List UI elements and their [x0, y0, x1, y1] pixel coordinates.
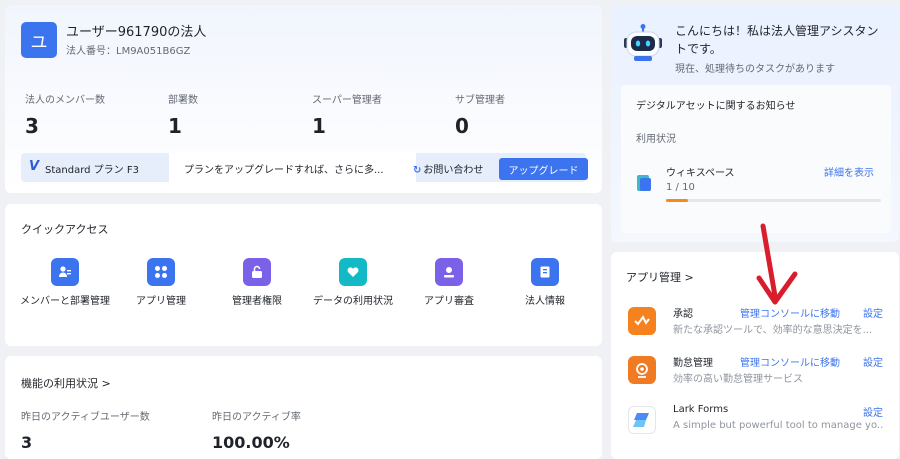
app-settings-link[interactable]: 設定 [863, 354, 883, 369]
wiki-usage-progress [666, 199, 881, 202]
stat-value: 100.00% [212, 433, 290, 452]
quick-item-label: 法人情報 [525, 296, 565, 307]
quick-item-apps[interactable]: アプリ管理 [113, 258, 209, 309]
feature-usage-card: 機能の利用状況 > 昨日のアクティブユーザー数 3 昨日のアクティブ率 100.… [5, 356, 602, 459]
stat-label: 法人のメンバー数 [25, 95, 105, 106]
robot-assistant-icon [624, 24, 662, 61]
quick-item-label: 管理者権限 [232, 296, 282, 307]
assistant-card: こんにちは！私は法人管理アシスタントです。 現在、処理待ちのタスクがあります デ… [611, 5, 899, 242]
quick-item-data-usage[interactable]: データの利用状況 [305, 258, 401, 309]
lark-forms-icon [628, 406, 656, 434]
quick-item-label: アプリ審査 [424, 296, 474, 307]
assistant-greeting: こんにちは！私は法人管理アシスタントです。 [675, 24, 879, 56]
asset-notice-panel: デジタルアセットに関するお知らせ 利用状況 ウィキスペース 詳細を表示 1 / … [621, 85, 891, 233]
stat-label: 部署数 [168, 95, 198, 106]
plan-name: Standard プラン F3 [45, 165, 139, 176]
notice-title: デジタルアセットに関するお知らせ [636, 101, 796, 112]
contact-link[interactable]: ↻ お問い合わせ [413, 161, 483, 176]
view-details-link[interactable]: 詳細を表示 [824, 164, 874, 179]
stat-super-admins: スーパー管理者 1 [312, 91, 382, 138]
app-name: 承認 [673, 309, 693, 320]
quick-access-card: クイックアクセス メンバーと部署管理 アプリ管理 管理者権限 データの利用状況 … [5, 204, 602, 346]
data-heart-icon [339, 258, 367, 286]
app-name: Lark Forms [673, 404, 729, 415]
org-name: ユーザー961790の法人 [66, 25, 207, 40]
plan-bar: V Standard プラン F3 プランをアップグレードすれば、さらに多...… [21, 153, 588, 182]
app-description: 新たな承認ツールで、効率的な意思決定を... [673, 325, 873, 336]
usage-status-label: 利用状況 [636, 134, 676, 145]
app-grid-icon [147, 258, 175, 286]
quick-item-admin-rights[interactable]: 管理者権限 [209, 258, 305, 309]
plan-message: プランをアップグレードすれば、さらに多... [184, 165, 384, 176]
unlock-icon [243, 258, 271, 286]
quick-item-org-info[interactable]: 法人情報 [497, 258, 593, 309]
quick-item-app-review[interactable]: アプリ審査 [401, 258, 497, 309]
contact-label: お問い合わせ [423, 165, 484, 176]
member-department-icon [51, 258, 79, 286]
wiki-space-name: ウィキスペース [666, 168, 735, 179]
annotation-arrow-icon [756, 223, 798, 305]
plan-logo-icon: V [29, 159, 40, 174]
quick-item-label: アプリ管理 [136, 296, 186, 307]
upgrade-button[interactable]: アップグレード [499, 158, 588, 180]
quick-item-label: データの利用状況 [313, 296, 393, 307]
quick-item-members[interactable]: メンバーと部署管理 [17, 258, 113, 309]
active-rate-stat: 昨日のアクティブ率 100.00% [212, 408, 301, 452]
wiki-space-icon [637, 175, 651, 191]
stat-label: スーパー管理者 [312, 95, 382, 106]
stat-label: サブ管理者 [455, 95, 505, 106]
org-number: 法人番号：LM9A051B6GZ [66, 46, 191, 57]
app-settings-link[interactable]: 設定 [863, 305, 883, 320]
stat-value: 0 [455, 114, 469, 138]
approval-icon [628, 307, 656, 335]
stat-value: 1 [312, 114, 326, 138]
stat-sub-admins: サブ管理者 0 [455, 91, 505, 138]
stat-label: 昨日のアクティブユーザー数 [21, 412, 150, 423]
feature-usage-title[interactable]: 機能の利用状況 > [21, 375, 111, 391]
org-overview-card: ユ ユーザー961790の法人 法人番号：LM9A051B6GZ 法人のメンバー… [5, 5, 602, 193]
app-settings-link[interactable]: 設定 [863, 404, 883, 419]
quick-item-label: メンバーと部署管理 [20, 296, 110, 307]
wiki-usage-progress-fill [666, 199, 688, 202]
assistant-subtitle: 現在、処理待ちのタスクがあります [675, 64, 835, 75]
refresh-icon: ↻ [413, 165, 422, 176]
active-users-stat: 昨日のアクティブユーザー数 3 [21, 408, 150, 452]
app-description: 効率の高い勤怠管理サービス [673, 374, 803, 385]
stat-departments: 部署数 1 [168, 91, 198, 138]
app-name: 勤怠管理 [673, 358, 713, 369]
app-management-title[interactable]: アプリ管理 > [626, 269, 694, 285]
app-description: A simple but powerful tool to manage yo.… [673, 420, 883, 431]
org-avatar: ユ [21, 22, 57, 58]
app-review-icon [435, 258, 463, 286]
stat-members: 法人のメンバー数 3 [25, 91, 105, 138]
quick-access-title: クイックアクセス [21, 223, 109, 236]
wiki-space-count: 1 / 10 [666, 182, 695, 193]
stat-label: 昨日のアクティブ率 [212, 412, 301, 423]
stat-value: 3 [21, 433, 33, 452]
attendance-icon [628, 356, 656, 384]
stat-value: 3 [25, 114, 39, 138]
stat-value: 1 [168, 114, 182, 138]
org-info-icon [531, 258, 559, 286]
go-to-console-link[interactable]: 管理コンソールに移動 [740, 354, 840, 369]
